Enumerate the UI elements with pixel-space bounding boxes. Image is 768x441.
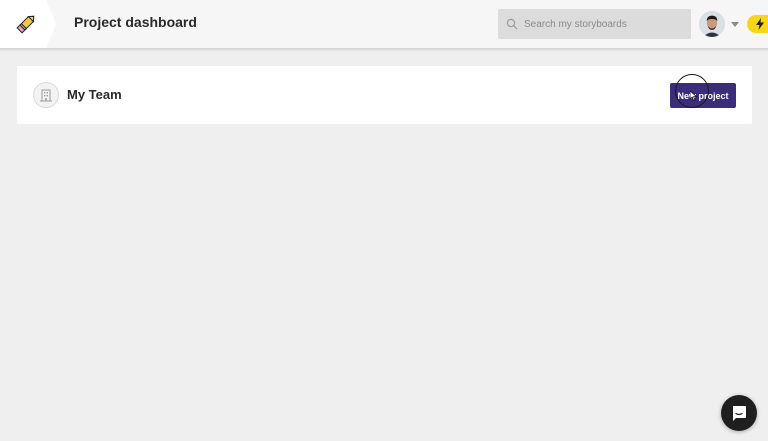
user-photo-icon [699, 11, 725, 37]
user-avatar[interactable] [699, 11, 725, 37]
top-bar: Project dashboard [0, 0, 768, 49]
logo-area[interactable] [0, 0, 56, 48]
building-icon [40, 89, 52, 102]
team-name: My Team [67, 87, 122, 102]
search-icon [506, 18, 518, 30]
team-card: My Team New project [17, 66, 752, 124]
pencil-logo-icon[interactable] [14, 12, 38, 36]
page-title: Project dashboard [74, 14, 197, 30]
team-avatar [33, 82, 59, 108]
search-input[interactable] [524, 9, 684, 39]
search-box[interactable] [498, 9, 691, 39]
upgrade-badge[interactable] [747, 15, 768, 33]
chevron-down-icon[interactable] [731, 22, 739, 27]
lightning-bolt-icon [756, 18, 764, 30]
new-project-button[interactable]: New project [670, 83, 736, 108]
chat-icon [733, 406, 746, 421]
chat-launcher-button[interactable] [721, 395, 757, 431]
